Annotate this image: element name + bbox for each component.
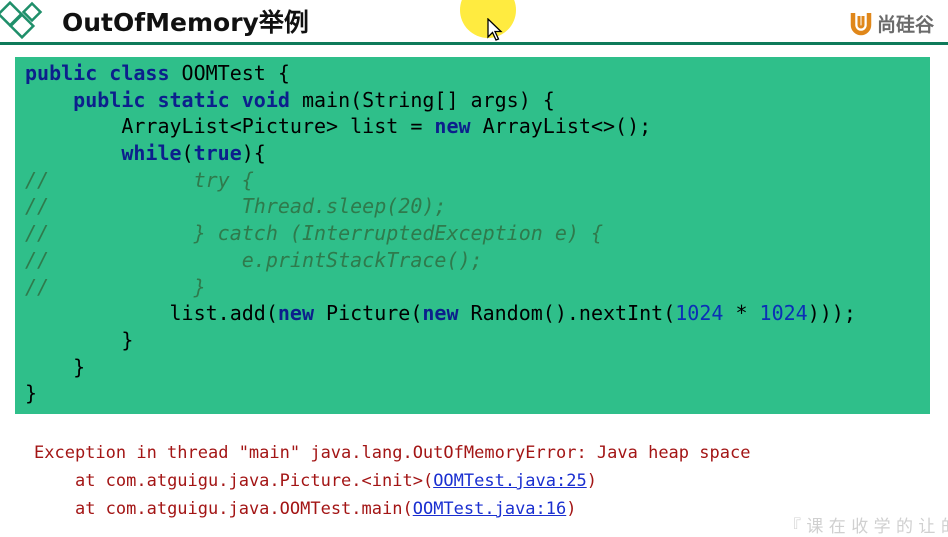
comment-line: // }: [25, 274, 206, 299]
slide-title: OutOfMemory举例: [62, 8, 309, 37]
brand-logo: 尚硅谷: [848, 7, 934, 39]
stack-frame: at com.atguigu.java.Picture.<init>(OOMTe…: [74, 471, 597, 491]
code-line: ArrayList<Picture> list = new ArrayList<…: [121, 114, 652, 139]
header-rule: [0, 42, 948, 45]
diamond-logo-icon: [0, 0, 43, 40]
mouse-cursor-icon: [487, 18, 503, 41]
code-line: }: [121, 327, 134, 352]
code-panel: public class OOMTest { public static voi…: [15, 57, 930, 414]
code-line: while(true){: [121, 141, 266, 166]
comment-line: // } catch (InterruptedException e) {: [25, 221, 603, 246]
code-line: public class OOMTest {: [25, 61, 290, 85]
code-block: public class OOMTest { public static voi…: [25, 60, 856, 407]
code-line: }: [25, 381, 38, 406]
brand-name: 尚硅谷: [877, 13, 935, 36]
code-line: public static void main(String[] args) {: [73, 87, 555, 112]
comment-line: // e.printStackTrace();: [25, 247, 483, 272]
console-output: Exception in thread "main" java.lang.Out…: [34, 439, 750, 523]
comment-line: // try {: [25, 167, 254, 192]
comment-line: // Thread.sleep(20);: [25, 194, 447, 219]
stack-trace-link[interactable]: OOMTest.java:25: [433, 471, 587, 491]
exception-message: Exception in thread "main" java.lang.Out…: [34, 443, 751, 463]
code-line: list.add(new Picture(new Random().nextIn…: [169, 301, 856, 326]
stack-frame: at com.atguigu.java.OOMTest.main(OOMTest…: [74, 499, 577, 519]
stack-trace-link[interactable]: OOMTest.java:16: [413, 499, 567, 519]
watermark-text: 『 课 在 收 学 的 让 的: [784, 517, 948, 537]
brand-u-icon: [850, 13, 872, 36]
code-line: }: [73, 354, 86, 379]
